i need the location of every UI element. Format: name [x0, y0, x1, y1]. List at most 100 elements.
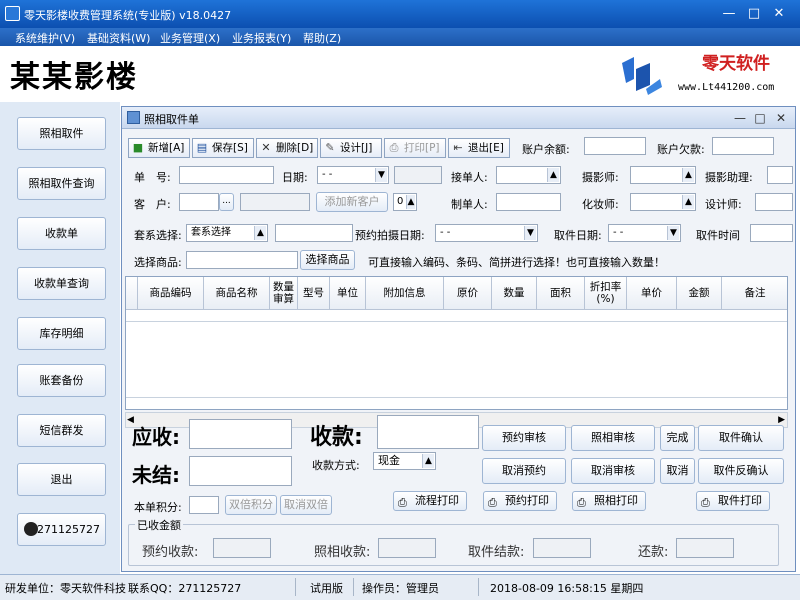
maximize-icon[interactable]: □	[743, 5, 765, 22]
pickup-time-field[interactable]	[750, 224, 793, 242]
receiver-select[interactable]: ▲	[496, 166, 561, 184]
pickup-time-label: 取件时间	[696, 229, 740, 242]
sidebar-backup[interactable]: 账套备份	[17, 364, 106, 397]
close-icon[interactable]: ✕	[768, 5, 790, 22]
cancel-double-button[interactable]: 取消双倍	[280, 495, 332, 515]
complete-button[interactable]: 完成	[660, 425, 695, 451]
col-qty-audit[interactable]: 数量审算	[270, 277, 298, 310]
product-search-field[interactable]	[186, 251, 298, 269]
maker-field[interactable]	[496, 193, 561, 211]
menu-help[interactable]: 帮助(Z)	[303, 30, 341, 46]
order-no-field[interactable]	[179, 166, 274, 184]
pickup-confirm-button[interactable]: 取件确认	[698, 425, 784, 451]
points-field[interactable]	[189, 496, 219, 514]
sidebar-photo-pickup[interactable]: 照相取件	[17, 117, 106, 150]
col-area[interactable]: 面积	[537, 277, 585, 310]
menu-system[interactable]: 系统维护(V)	[15, 30, 75, 46]
date-picker[interactable]: - - ▼	[317, 166, 389, 184]
design-button[interactable]: ✎ 设计[J]	[320, 138, 382, 158]
appointment-date-picker[interactable]: - - ▼	[435, 224, 538, 242]
add-customer-button[interactable]: 添加新客户	[316, 192, 388, 212]
col-original-price[interactable]: 原价	[444, 277, 492, 310]
photo-print-button[interactable]: ⎙ 照相打印	[572, 491, 646, 511]
sidebar-qq[interactable]: 271125727	[17, 513, 106, 546]
select-product-button[interactable]: 选择商品	[300, 250, 355, 270]
photo-assistant-label: 摄影助理:	[705, 171, 753, 184]
photo-audit-button[interactable]: 照相审核	[571, 425, 655, 451]
payment-method-select[interactable]: 现金 ▲	[373, 452, 436, 470]
received-field[interactable]	[377, 415, 479, 449]
col-remark[interactable]: 备注	[722, 277, 787, 310]
dropdown-arrow-icon: ▲	[422, 454, 434, 468]
appointment-print-button[interactable]: ⎙ 预约打印	[483, 491, 557, 511]
appointment-audit-button[interactable]: 预约审核	[482, 425, 566, 451]
package-detail-field[interactable]	[275, 224, 353, 242]
outstanding-label: 未结:	[132, 463, 180, 487]
receivable-field[interactable]	[189, 419, 292, 449]
photo-print-label: 照相打印	[594, 494, 638, 507]
save-label: 保存[S]	[212, 142, 248, 154]
new-button[interactable]: ■ 新增[A]	[128, 138, 190, 158]
cancel-button[interactable]: 取消	[660, 458, 695, 484]
sidebar-receipt[interactable]: 收款单	[17, 217, 106, 250]
header: 某某影楼 零天软件 www.Lt441200.com	[0, 46, 800, 102]
dropdown-arrow-icon: ▲	[682, 195, 694, 209]
sidebar-photo-pickup-query[interactable]: 照相取件查询	[17, 167, 106, 200]
design-label: 设计[J]	[340, 142, 373, 154]
cancel-audit-button[interactable]: 取消审核	[571, 458, 655, 484]
date-value: - -	[322, 169, 333, 180]
col-product-code[interactable]: 商品编码	[138, 277, 204, 310]
col-amount[interactable]: 金额	[677, 277, 722, 310]
child-maximize-icon[interactable]: □	[752, 110, 768, 126]
sidebar-inventory[interactable]: 库存明细	[17, 317, 106, 350]
col-extra-info[interactable]: 附加信息	[366, 277, 444, 310]
col-product-name[interactable]: 商品名称	[204, 277, 270, 310]
designer-select[interactable]	[755, 193, 793, 211]
customer-field[interactable]	[179, 193, 219, 211]
date-label: 日期:	[282, 171, 308, 184]
process-print-button[interactable]: ⎙ 流程打印	[393, 491, 467, 511]
pickup-print-button[interactable]: ⎙ 取件打印	[696, 491, 770, 511]
designer-label: 设计师:	[705, 198, 742, 211]
menu-bar: 系统维护(V) 基础资料(W) 业务管理(X) 业务报表(Y) 帮助(Z)	[0, 28, 800, 46]
col-model[interactable]: 型号	[298, 277, 330, 310]
makeup-label: 化妆师:	[582, 198, 619, 211]
child-close-icon[interactable]: ✕	[773, 110, 789, 126]
photographer-select[interactable]: ▲	[630, 166, 696, 184]
makeup-select[interactable]: ▲	[630, 193, 696, 211]
menu-reports[interactable]: 业务报表(Y)	[232, 30, 291, 46]
delete-button[interactable]: ✕ 删除[D]	[256, 138, 318, 158]
pickup-print-label: 取件打印	[718, 494, 762, 507]
save-icon: ▤	[196, 141, 208, 154]
cancel-appointment-button[interactable]: 取消预约	[482, 458, 566, 484]
pickup-reverse-button[interactable]: 取件反确认	[698, 458, 784, 484]
customer-browse-button[interactable]: ...	[219, 193, 234, 211]
table-row[interactable]	[126, 310, 787, 322]
sidebar-sms[interactable]: 短信群发	[17, 414, 106, 447]
child-minimize-icon[interactable]: —	[732, 110, 748, 126]
col-unit[interactable]: 单位	[330, 277, 366, 310]
debt-field[interactable]	[712, 137, 774, 155]
pickup-date-picker[interactable]: - - ▼	[608, 224, 681, 242]
col-discount[interactable]: 折扣率(%)	[585, 277, 627, 310]
photographer-label: 摄影师:	[582, 171, 619, 184]
print-button[interactable]: ⎙ 打印[P]	[384, 138, 446, 158]
dropdown-arrow-icon: ▲	[547, 168, 559, 182]
customer-count[interactable]: 0 ▲	[393, 193, 417, 211]
sidebar-exit[interactable]: 退出	[17, 463, 106, 496]
exit-button[interactable]: ⇤ 退出[E]	[448, 138, 510, 158]
double-points-button[interactable]: 双倍积分	[225, 495, 277, 515]
balance-field[interactable]	[584, 137, 646, 155]
col-quantity[interactable]: 数量	[492, 277, 537, 310]
save-button[interactable]: ▤ 保存[S]	[192, 138, 254, 158]
col-unit-price[interactable]: 单价	[627, 277, 677, 310]
minimize-icon[interactable]: —	[718, 5, 740, 22]
package-select[interactable]: 套系选择 ▲	[186, 224, 268, 242]
photo-assistant-select[interactable]	[767, 166, 793, 184]
menu-business[interactable]: 业务管理(X)	[160, 30, 220, 46]
status-separator	[353, 578, 354, 596]
sidebar-receipt-query[interactable]: 收款单查询	[17, 267, 106, 300]
sidebar: 照相取件 照相取件查询 收款单 收款单查询 库存明细 账套备份 短信群发 退出 …	[0, 102, 120, 574]
outstanding-field[interactable]	[189, 456, 292, 486]
menu-basic-data[interactable]: 基础资料(W)	[87, 30, 150, 46]
